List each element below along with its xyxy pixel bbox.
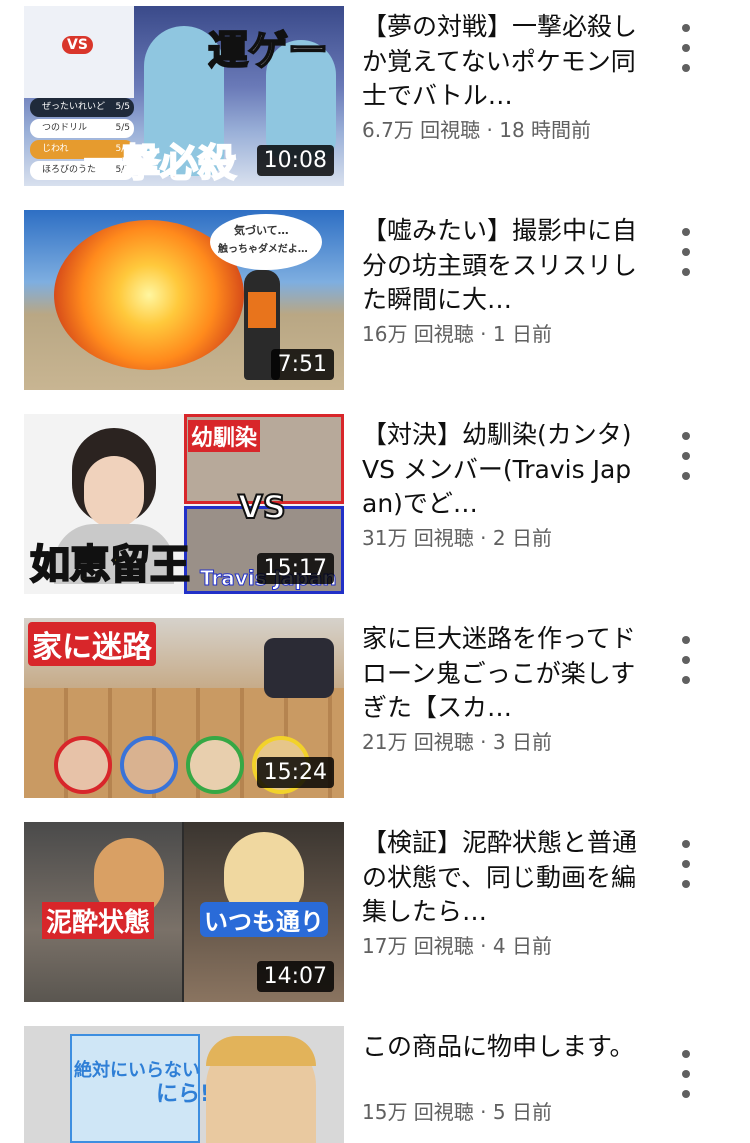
duration-badge: 15:17 xyxy=(256,553,334,584)
thumb-text-ungame: 運ゲー xyxy=(207,27,329,75)
thumb-vs-text: VS xyxy=(62,36,93,54)
video-meta: 16万 回視聴 · 1 日前 xyxy=(362,318,552,347)
duration-badge: 15:24 xyxy=(256,757,334,788)
upload-age: 5 日前 xyxy=(492,1100,552,1124)
upload-age: 3 日前 xyxy=(492,730,552,754)
move-2: つのドリル xyxy=(42,123,88,133)
video-meta: 15万 回視聴 · 5 日前 xyxy=(362,1096,552,1125)
thumb-text-kizuite: 気づいて… xyxy=(234,224,289,237)
video-meta: 31万 回視聴 · 2 日前 xyxy=(362,522,552,551)
video-meta: 17万 回視聴 · 4 日前 xyxy=(362,930,552,959)
duration-badge: 7:51 xyxy=(270,349,334,380)
view-count: 6.7万 回視聴 xyxy=(362,118,481,142)
meta-separator: · xyxy=(473,1100,493,1124)
more-vert-icon[interactable] xyxy=(672,432,700,480)
more-vert-icon[interactable] xyxy=(672,636,700,684)
video-item[interactable]: 気づいて… 触っちゃダメだよ… 7:51 【嘘みたい】撮影中に自分の坊主頭をスリ… xyxy=(0,210,750,390)
video-title[interactable]: 【検証】泥酔状態と普通の状態で、同じ動画を編集したら… xyxy=(362,826,642,930)
view-count: 16万 回視聴 xyxy=(362,322,474,346)
thumb-text-noeruo: 如恵留王 xyxy=(29,541,191,589)
video-thumbnail[interactable]: 幼馴染 VS Travis Japan 如恵留王 15:17 xyxy=(24,414,344,594)
view-count: 15万 回視聴 xyxy=(362,1100,474,1124)
video-title[interactable]: 【対決】幼馴染(カンタ) VS メンバー(Travis Japan)でど… xyxy=(362,418,642,522)
video-title[interactable]: 家に巨大迷路を作ってドローン鬼ごっこが楽しすぎた【スカ… xyxy=(362,622,642,726)
more-vert-icon[interactable] xyxy=(672,228,700,276)
move-3: じわれ xyxy=(42,144,69,154)
meta-separator: · xyxy=(473,730,493,754)
video-title[interactable]: 【夢の対戦】一撃必殺しか覚えてないポケモン同士でバトル… xyxy=(362,10,642,114)
video-meta: 6.7万 回視聴 · 18 時間前 xyxy=(362,114,591,143)
video-thumbnail[interactable]: 気づいて… 触っちゃダメだよ… 7:51 xyxy=(24,210,344,390)
video-title[interactable]: 【嘘みたい】撮影中に自分の坊主頭をスリスリした瞬間に大… xyxy=(362,214,642,318)
video-thumbnail[interactable]: VS 運ゲー ぜったいれいど 5/5 つのドリル 5/5 じわれ 5/5 ほろび xyxy=(24,6,344,186)
thumb-text-sawaccha: 触っちゃダメだよ… xyxy=(218,244,308,255)
avatar xyxy=(120,736,178,794)
avatar xyxy=(186,736,244,794)
more-vert-icon[interactable] xyxy=(672,1050,700,1098)
upload-age: 1 日前 xyxy=(492,322,552,346)
upload-age: 4 日前 xyxy=(492,934,552,958)
video-meta: 21万 回視聴 · 3 日前 xyxy=(362,726,552,755)
video-item[interactable]: VS 運ゲー ぜったいれいど 5/5 つのドリル 5/5 じわれ 5/5 ほろび xyxy=(0,6,750,186)
duration-badge: 14:07 xyxy=(256,961,334,992)
meta-separator: · xyxy=(473,322,493,346)
thumb-text-ichigeki: 一撃必殺 xyxy=(83,140,237,186)
more-vert-icon[interactable] xyxy=(672,840,700,888)
video-title[interactable]: この商品に物申します。 xyxy=(362,1030,642,1065)
video-item[interactable]: 家に迷路 15:24 家に巨大迷路を作ってドローン鬼ごっこが楽しすぎた【スカ… … xyxy=(0,618,750,798)
upload-age: 2 日前 xyxy=(492,526,552,550)
meta-separator: · xyxy=(473,526,493,550)
upload-age: 18 時間前 xyxy=(499,118,592,142)
meta-separator: · xyxy=(480,118,500,142)
view-count: 31万 回視聴 xyxy=(362,526,474,550)
thumb-vs-text: VS xyxy=(237,487,287,527)
video-thumbnail[interactable]: 家に迷路 15:24 xyxy=(24,618,344,798)
thumb-text-ienimeiro: 家に迷路 xyxy=(28,622,156,666)
avatar xyxy=(54,736,112,794)
video-thumbnail[interactable]: 絶対にいらない にら!? xyxy=(24,1026,344,1143)
move-1: ぜったいれいど xyxy=(42,102,106,112)
video-item[interactable]: 幼馴染 VS Travis Japan 如恵留王 15:17 【対決】幼馴染(カ… xyxy=(0,414,750,594)
video-thumbnail[interactable]: 泥酔状態 いつも通り 14:07 xyxy=(24,822,344,1002)
move-1-pp: 5/5 xyxy=(115,102,130,112)
thumb-text-deisui: 泥酔状態 xyxy=(42,902,155,939)
more-vert-icon[interactable] xyxy=(672,24,700,72)
video-item[interactable]: 絶対にいらない にら!? この商品に物申します。 15万 回視聴 · 5 日前 xyxy=(0,1026,750,1143)
duration-badge: 10:08 xyxy=(256,145,334,176)
view-count: 17万 回視聴 xyxy=(362,934,474,958)
view-count: 21万 回視聴 xyxy=(362,730,474,754)
person-face xyxy=(206,1036,316,1143)
thumb-text-osananajimi: 幼馴染 xyxy=(188,420,261,452)
drone-robot xyxy=(264,638,334,698)
video-list: VS 運ゲー ぜったいれいど 5/5 つのドリル 5/5 じわれ 5/5 ほろび xyxy=(0,0,750,1143)
thumb-text-itsumo: いつも通り xyxy=(200,902,328,937)
meta-separator: · xyxy=(473,934,493,958)
video-item[interactable]: 泥酔状態 いつも通り 14:07 【検証】泥酔状態と普通の状態で、同じ動画を編集… xyxy=(0,822,750,1002)
